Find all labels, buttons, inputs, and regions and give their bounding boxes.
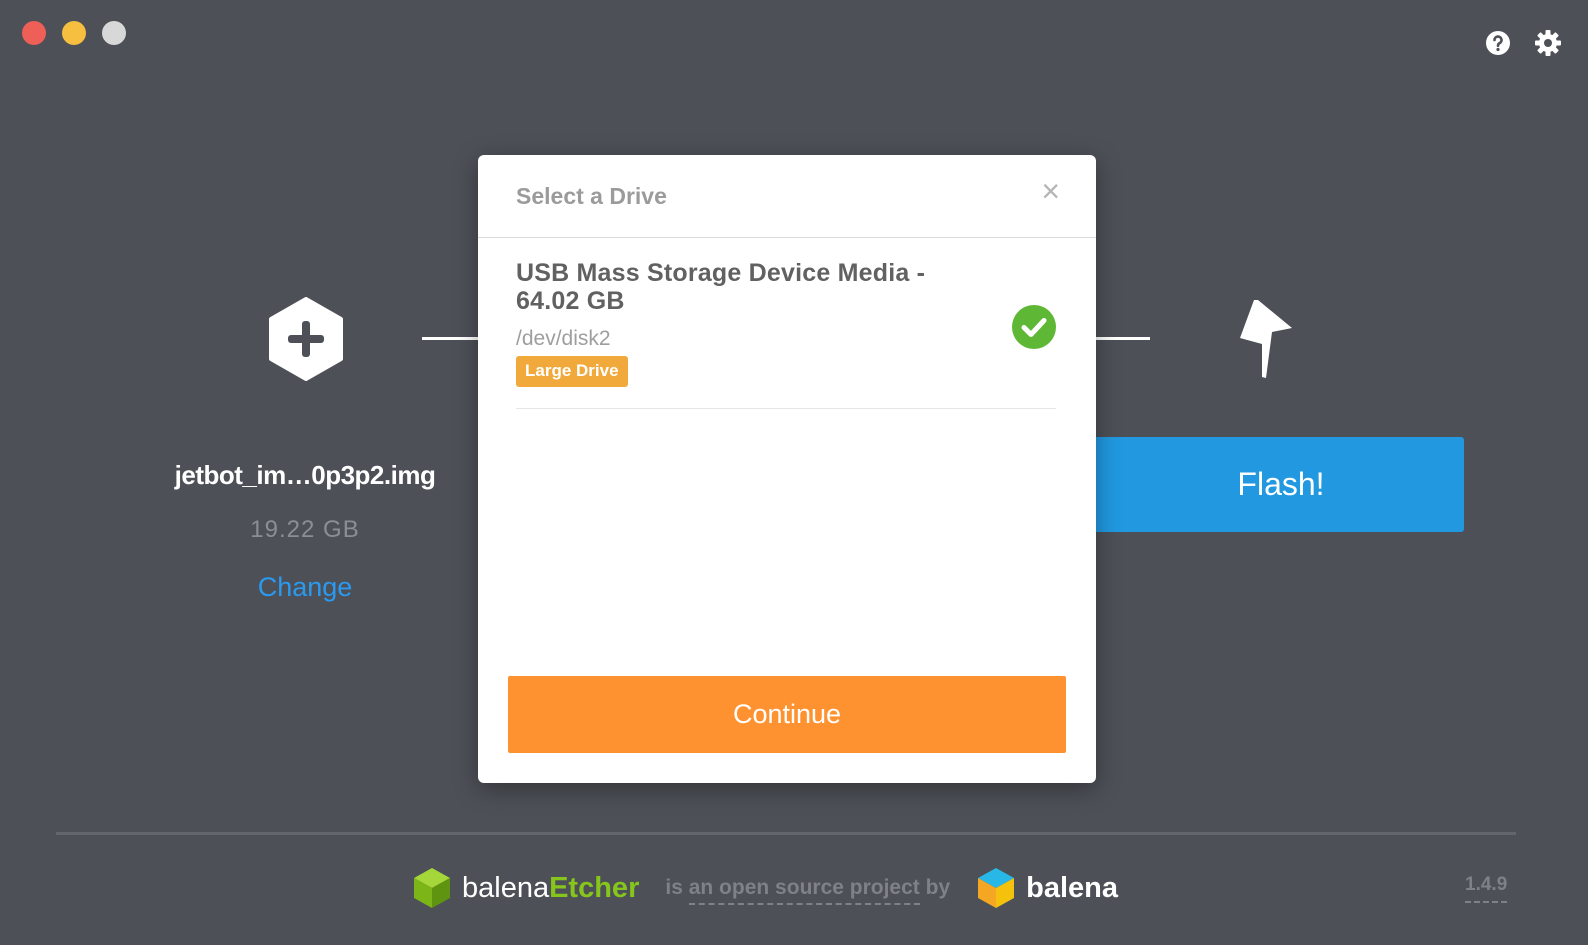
window-close-button[interactable] xyxy=(22,21,46,45)
etcher-brand[interactable]: balenaEtcher xyxy=(462,872,639,905)
window-maximize-button[interactable] xyxy=(102,21,126,45)
brand-suffix: Etcher xyxy=(549,871,640,904)
modal-header: Select a Drive × xyxy=(478,155,1096,238)
window-minimize-button[interactable] xyxy=(62,21,86,45)
check-circle-icon xyxy=(1012,305,1056,349)
large-drive-badge: Large Drive xyxy=(516,356,628,387)
drive-list-item[interactable]: USB Mass Storage Device Media - 64.02 GB… xyxy=(516,259,1056,409)
step-connector-right xyxy=(1096,337,1150,340)
brand-prefix: balena xyxy=(462,871,550,904)
open-source-link[interactable]: an open source project xyxy=(688,876,920,905)
footer-tagline: is an open source project by xyxy=(665,876,951,905)
change-image-link[interactable]: Change xyxy=(140,572,470,603)
tagline-post: by xyxy=(919,876,951,899)
window-controls xyxy=(22,21,126,45)
drive-path: /dev/disk2 xyxy=(516,327,611,350)
close-icon[interactable]: × xyxy=(1041,175,1060,207)
step-connector-left xyxy=(422,337,482,340)
flash-button[interactable]: Flash! xyxy=(1090,437,1464,532)
top-toolbar xyxy=(1484,29,1562,57)
balena-brand[interactable]: balena xyxy=(1026,872,1118,905)
continue-button[interactable]: Continue xyxy=(508,676,1066,753)
lightning-bolt-icon xyxy=(1240,300,1292,378)
modal-title: Select a Drive xyxy=(516,183,667,209)
help-icon[interactable] xyxy=(1484,29,1512,57)
version-link[interactable]: 1.4.9 xyxy=(1465,874,1508,903)
etcher-cube-logo-icon[interactable] xyxy=(412,866,452,910)
footer: balenaEtcher is an open source project b… xyxy=(412,866,1118,910)
footer-divider xyxy=(56,832,1516,835)
image-file-name: jetbot_im…0p3p2.img xyxy=(174,460,436,490)
plus-hexagon-icon[interactable] xyxy=(268,297,344,381)
image-file-size: 19.22 GB xyxy=(250,516,360,543)
balena-cube-logo-icon[interactable] xyxy=(976,866,1016,910)
gear-icon[interactable] xyxy=(1534,29,1562,57)
select-drive-modal: Select a Drive × USB Mass Storage Device… xyxy=(478,155,1096,783)
tagline-pre: is xyxy=(665,876,689,899)
drive-name: USB Mass Storage Device Media - 64.02 GB xyxy=(516,259,926,315)
